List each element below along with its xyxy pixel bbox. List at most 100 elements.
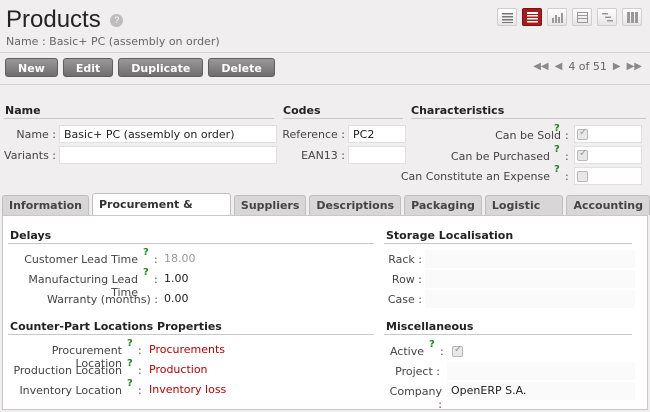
colon: : — [138, 344, 142, 357]
toolbar-divider — [0, 84, 650, 85]
reference-field[interactable]: PC2 — [348, 125, 406, 143]
misc-section-title: Miscellaneous — [386, 320, 474, 333]
colon: : — [565, 150, 569, 163]
edit-button[interactable]: Edit — [62, 58, 114, 77]
tab-logistic-flow[interactable]: Logistic Flow — [484, 195, 564, 231]
previous-record-icon[interactable]: ◀ — [555, 61, 563, 72]
help-icon[interactable]: ? — [127, 358, 133, 369]
ean13-field[interactable] — [348, 146, 406, 164]
production-location-link[interactable]: Production — [145, 361, 374, 379]
new-button[interactable]: New — [5, 58, 58, 77]
view-switcher — [497, 8, 642, 26]
gantt-view-icon[interactable] — [597, 8, 617, 26]
page-title: Products ? — [6, 6, 124, 34]
colon: : — [565, 170, 569, 183]
rack-label: Rack : — [388, 253, 422, 266]
characteristics-section-line — [411, 118, 646, 119]
duplicate-button[interactable]: Duplicate — [118, 58, 204, 77]
production-location-label: Production Location — [13, 364, 122, 377]
next-record-icon[interactable]: ▶ — [613, 61, 621, 72]
delays-section-line — [8, 243, 374, 244]
inventory-location-label: Inventory Location — [19, 384, 122, 397]
colon: : — [154, 273, 158, 286]
can-constitute-expense-checkbox[interactable] — [577, 171, 588, 182]
company-label: Company : — [389, 385, 442, 411]
case-label: Case : — [387, 293, 422, 306]
variants-field[interactable] — [59, 146, 277, 164]
can-be-purchased-checkbox[interactable] — [577, 148, 588, 161]
ean13-label: EAN13 : — [301, 149, 345, 162]
last-record-icon[interactable]: ▶▶ — [627, 61, 642, 72]
help-icon[interactable]: ? — [143, 247, 149, 258]
row-label: Row : — [391, 273, 422, 286]
tab-descriptions[interactable]: Descriptions — [309, 195, 402, 215]
help-icon[interactable]: ? — [127, 378, 133, 389]
help-icon[interactable]: ? — [429, 339, 435, 350]
graph-view-icon[interactable] — [547, 8, 567, 26]
codes-section-title: Codes — [283, 104, 321, 117]
page-title-text: Products — [6, 6, 101, 33]
storage-section-line — [384, 243, 632, 244]
counterpart-section-title: Counter-Part Locations Properties — [10, 320, 222, 333]
active-checkbox[interactable] — [452, 344, 463, 357]
colon: : — [565, 129, 569, 142]
help-icon[interactable]: ? — [554, 144, 560, 155]
colon: : — [154, 253, 158, 266]
tab-packaging[interactable]: Packaging — [404, 195, 482, 215]
can-constitute-expense-label: Can Constitute an Expense — [400, 170, 550, 183]
warranty-field[interactable]: 0.00 — [160, 290, 374, 308]
can-be-sold-label: Can be Sold — [495, 129, 561, 142]
codes-section-line — [283, 118, 403, 119]
page-subtitle: Name : Basic+ PC (assembly on order) — [6, 35, 220, 48]
colon: : — [440, 345, 444, 358]
first-record-icon[interactable]: ◀◀ — [533, 61, 548, 72]
tab-procurement-locations[interactable]: Procurement & Locations — [92, 193, 231, 232]
list-view-icon[interactable] — [497, 8, 517, 26]
pager-text: 4 of 51 — [568, 60, 607, 73]
storage-section-title: Storage Localisation — [386, 229, 514, 242]
kanban-view-icon[interactable] — [622, 8, 642, 26]
name-label: Name : — [16, 128, 56, 141]
form-view-icon[interactable] — [522, 8, 542, 26]
name-field[interactable]: Basic+ PC (assembly on order) — [59, 125, 277, 143]
colon: : — [138, 384, 142, 397]
row-field[interactable] — [425, 270, 635, 288]
project-field[interactable] — [447, 362, 635, 380]
header-divider — [0, 52, 650, 53]
tab-accounting[interactable]: Accounting — [566, 195, 650, 215]
customer-lead-time-field[interactable]: 18.00 — [160, 250, 374, 268]
manufacturing-lead-time-field[interactable]: 1.00 — [160, 270, 374, 288]
name-section-line — [4, 118, 274, 119]
calendar-view-icon[interactable] — [572, 8, 592, 26]
colon: : — [138, 364, 142, 377]
help-icon[interactable]: ? — [554, 164, 560, 175]
tab-suppliers[interactable]: Suppliers — [233, 195, 307, 215]
can-be-purchased-label: Can be Purchased — [450, 150, 550, 163]
project-label: Project : — [395, 365, 440, 378]
case-field[interactable] — [425, 290, 635, 308]
misc-section-line — [384, 334, 632, 335]
delete-button[interactable]: Delete — [208, 58, 275, 77]
delays-section-title: Delays — [10, 229, 52, 242]
toolbar: New Edit Duplicate Delete — [5, 58, 275, 77]
variants-label: Variants : — [4, 149, 56, 162]
warranty-label: Warranty (months) : — [46, 293, 158, 306]
procurement-location-link[interactable]: Procurements — [145, 341, 374, 359]
rack-field[interactable] — [425, 250, 635, 268]
active-label: Active — [389, 345, 424, 358]
tab-information[interactable]: Information — [2, 195, 89, 215]
can-be-sold-checkbox[interactable] — [577, 127, 588, 140]
tab-bar: Information Procurement & Locations Supp… — [2, 193, 650, 232]
customer-lead-time-label: Customer Lead Time — [24, 253, 138, 266]
characteristics-section-title: Characteristics — [411, 104, 505, 117]
help-icon[interactable]: ? — [554, 123, 560, 134]
help-icon[interactable]: ? — [110, 14, 124, 28]
reference-label: Reference : — [282, 128, 345, 141]
help-icon[interactable]: ? — [143, 267, 149, 278]
name-section-title: Name — [5, 104, 41, 117]
pager: ◀◀ ◀ 4 of 51 ▶ ▶▶ — [533, 60, 642, 73]
help-icon[interactable]: ? — [127, 338, 133, 349]
counterpart-section-line — [8, 334, 374, 335]
inventory-location-link[interactable]: Inventory loss — [145, 381, 374, 399]
company-field[interactable]: OpenERP S.A. — [447, 382, 635, 400]
